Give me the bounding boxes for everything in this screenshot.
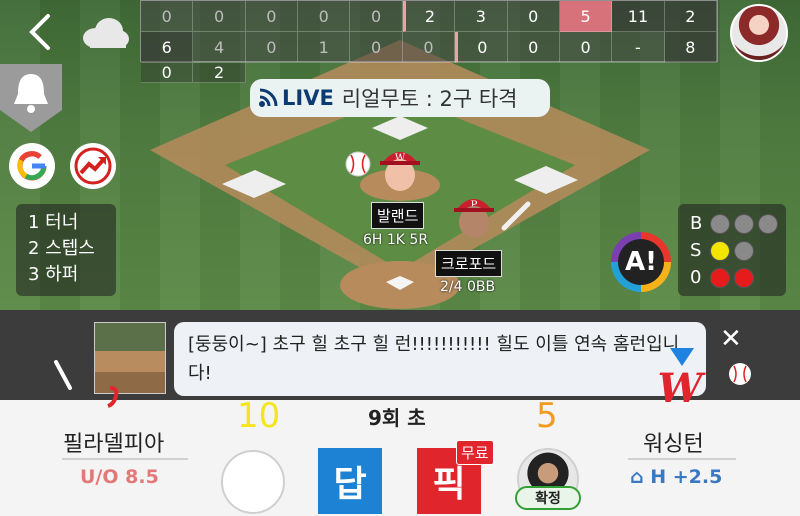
- live-text: 리얼무토 : 2구 타격: [341, 87, 518, 111]
- batting-order-item[interactable]: 1 터너: [28, 210, 116, 236]
- batting-order-item[interactable]: 2 스텝스: [28, 236, 116, 262]
- home-inning-score: 0: [455, 32, 508, 63]
- svg-text:W: W: [658, 365, 707, 408]
- ball-dot: [734, 213, 754, 234]
- game-field: 0 0 0 0 0 2 3 0 5 11 2 6 4 0 1 0 0 0 0 0-8 0 2 LIVE 리얼무토 : 2구…: [0, 0, 800, 310]
- rss-icon: [259, 88, 278, 107]
- away-team-name[interactable]: 필라델피아: [63, 426, 164, 458]
- home-inning-score: 0: [245, 32, 299, 63]
- bat-icon: [54, 360, 72, 390]
- google-icon[interactable]: [9, 143, 55, 189]
- batting-order-panel: 1 터너 2 스텝스 3 하퍼: [16, 204, 116, 296]
- close-icon[interactable]: ✕: [720, 324, 742, 354]
- out-dot: [710, 267, 730, 288]
- home-inning-score: 1: [298, 32, 351, 63]
- bottom-panel: [둥둥이~] 초구 힐 초구 힐 런!!!!!!!!!!! 힐도 이틀 연속 홈…: [0, 310, 800, 516]
- chat-message[interactable]: [둥둥이~] 초구 힐 초구 힐 런!!!!!!!!!!! 힐도 이틀 연속 홈…: [174, 322, 706, 396]
- live-banner: LIVE 리얼무토 : 2구 타격: [250, 79, 550, 117]
- away-inning-score: 0: [245, 1, 299, 32]
- away-inning-score: 0: [193, 1, 246, 32]
- chat-thumbnail[interactable]: [94, 322, 166, 394]
- inning-label: 9회 초: [368, 406, 426, 430]
- bell-icon[interactable]: [0, 64, 62, 132]
- a-logo-button[interactable]: A!: [611, 232, 671, 292]
- pitcher-stats: 6H 1K 5R: [363, 232, 429, 248]
- baseball-icon: [345, 151, 371, 177]
- out-count: 0: [690, 264, 786, 291]
- away-inning-score: 0: [298, 1, 351, 32]
- home-rhe-value: 2: [193, 63, 246, 83]
- answer-button[interactable]: 답: [318, 448, 382, 514]
- a-logo-text: A!: [618, 239, 664, 285]
- cloud-icon[interactable]: [80, 16, 130, 50]
- pitcher-photo[interactable]: W: [378, 145, 422, 195]
- away-inning-score: 5: [559, 1, 613, 32]
- home-inning-score: 0: [350, 32, 403, 63]
- user-avatar[interactable]: [730, 4, 788, 62]
- home-icon: ⌂: [630, 466, 644, 488]
- away-inning-score: 2: [402, 1, 456, 32]
- bat-icon: [501, 201, 531, 231]
- divider: [628, 458, 736, 460]
- batter-photo[interactable]: P: [452, 192, 496, 242]
- trend-chart-icon[interactable]: [70, 143, 116, 189]
- home-score: 5: [536, 396, 558, 436]
- divider: [62, 458, 188, 460]
- ball-count: B: [690, 210, 786, 237]
- baseball-icon: [729, 363, 751, 385]
- back-chevron-icon[interactable]: [26, 12, 56, 52]
- home-inning-score: 0: [507, 32, 560, 63]
- scoreboard: 0 0 0 0 0 2 3 0 5 11 2 6 4 0 1 0 0 0 0 0-8 0 2: [140, 0, 718, 83]
- nationals-logo-icon: W: [658, 365, 707, 408]
- away-rhe-value: 2: [664, 1, 717, 32]
- phillies-logo-icon: [107, 386, 119, 408]
- circle-button[interactable]: [221, 450, 285, 514]
- home-rhe-value: 8: [664, 32, 717, 63]
- strike-dot: [710, 240, 730, 261]
- confirm-label[interactable]: 확정: [515, 486, 581, 510]
- handicap-label[interactable]: ⌂ H +2.5: [630, 466, 722, 488]
- live-badge: LIVE: [282, 86, 334, 110]
- free-badge: 무료: [456, 440, 494, 465]
- ball-dot: [710, 213, 730, 234]
- strike-count: S: [690, 237, 786, 264]
- batter-name: 크로포드: [435, 250, 503, 277]
- home-rhe-value: 0: [141, 63, 194, 83]
- home-inning-score: 0: [402, 32, 456, 63]
- away-inning-score: 0: [350, 1, 403, 32]
- away-inning-score: 0: [507, 1, 560, 32]
- away-rhe-value: 6: [141, 32, 194, 63]
- batter-stats: 2/4 0BB: [440, 279, 496, 295]
- away-inning-score: 3: [455, 1, 508, 32]
- away-inning-score: 0: [141, 1, 194, 32]
- under-over-label[interactable]: U/O 8.5: [80, 466, 159, 488]
- away-score: 10: [237, 396, 281, 436]
- home-team-name[interactable]: 워싱턴: [643, 426, 704, 458]
- out-dot: [734, 267, 754, 288]
- batting-order-item[interactable]: 3 하퍼: [28, 262, 116, 288]
- away-rhe-value: 11: [612, 1, 665, 32]
- count-panel: B S 0: [678, 204, 786, 296]
- home-inning-score: 0: [559, 32, 613, 63]
- ball-dot: [758, 213, 778, 234]
- home-inning-score: 4: [193, 32, 246, 63]
- strike-dot: [734, 240, 754, 261]
- pitcher-name: 발랜드: [371, 202, 425, 229]
- home-inning-score: -: [612, 32, 665, 63]
